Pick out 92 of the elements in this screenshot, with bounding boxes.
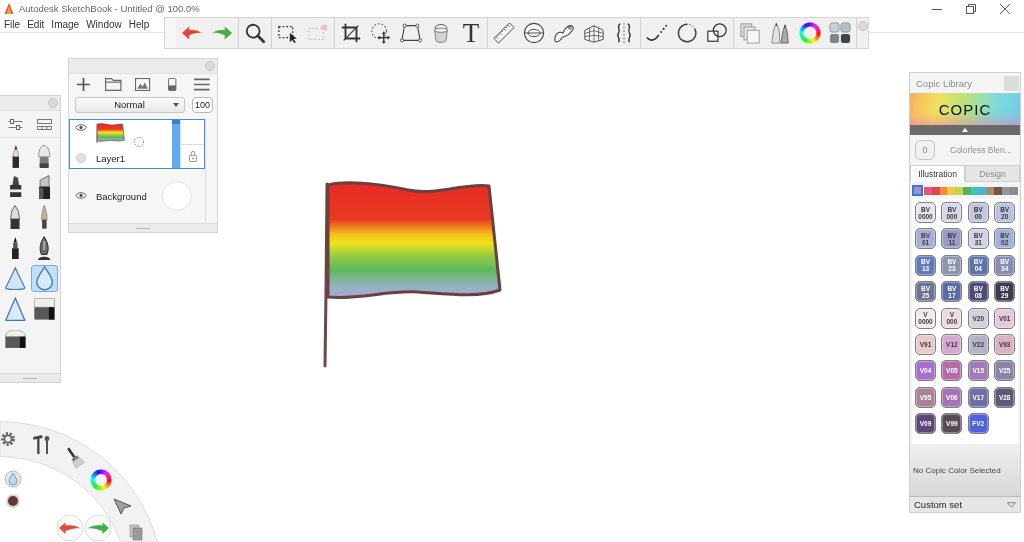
flag-thumbnail [96, 123, 125, 143]
app-icon [4, 2, 14, 15]
text-tool-button[interactable]: T [456, 18, 486, 48]
family-swatch-icon[interactable] [994, 186, 1003, 195]
arrow-cursor-icon[interactable] [113, 498, 132, 515]
panel-title: Copic Library [915, 77, 972, 89]
family-swatch-icon[interactable] [924, 186, 932, 195]
layer-handle[interactable] [172, 120, 180, 168]
layer-name: Layer1 [96, 153, 127, 164]
paintbrush-tip-icon [41, 205, 48, 230]
family-swatch-icon[interactable] [955, 186, 964, 195]
marker-icon [8, 176, 23, 198]
brush-button[interactable] [31, 295, 58, 323]
toolbar-grip[interactable] [165, 18, 176, 48]
opacity-field[interactable]: 100 [192, 96, 213, 113]
circle-icon [676, 22, 698, 44]
grid-icon[interactable] [37, 118, 52, 130]
gear-icon[interactable] [1, 432, 15, 446]
menu-item[interactable]: Window [85, 18, 123, 31]
menu-item[interactable]: File [3, 18, 22, 31]
family-swatch-icon[interactable] [947, 186, 956, 195]
panel-toggle-button[interactable] [1004, 75, 1019, 91]
dotted-circle-icon[interactable] [134, 137, 144, 147]
pencil-tips-icon [769, 22, 791, 44]
crop-icon [340, 22, 362, 44]
pencil-icon [11, 144, 20, 168]
swatch-grid-icon [829, 22, 851, 44]
family-swatch-icon[interactable] [986, 186, 995, 195]
image-icon[interactable] [135, 78, 151, 92]
color-wheel-icon[interactable] [90, 469, 112, 491]
curve-template-icon [553, 22, 575, 44]
eraser-icon [34, 297, 55, 320]
triangle-icon [5, 296, 26, 321]
eye-icon[interactable] [75, 123, 87, 132]
chisel-marker-icon [38, 174, 51, 199]
layer-name: Background [96, 190, 148, 202]
caret-icon [173, 102, 179, 107]
drop-icon [35, 265, 54, 291]
family-swatch-icon[interactable] [963, 186, 971, 195]
airbrush-icon [38, 144, 51, 168]
caret-icon [962, 128, 968, 132]
family-swatch-icon[interactable] [931, 186, 940, 195]
logo-text: COPIC [938, 100, 992, 118]
stacked-pages-icon[interactable] [129, 524, 143, 541]
rounded-eraser-icon [5, 330, 26, 349]
set-dropdown[interactable]: Custom set [910, 496, 1020, 512]
color-swatch-icon[interactable] [6, 494, 20, 508]
eye-icon[interactable] [75, 190, 87, 200]
folder-icon[interactable] [105, 78, 122, 92]
sliders-icon[interactable] [8, 118, 23, 130]
family-swatch-icon[interactable] [978, 186, 987, 195]
pen-icon [10, 205, 21, 230]
caret-icon [1007, 501, 1016, 508]
perspective-grid-icon [583, 22, 605, 44]
dotted-circle-move-icon [370, 22, 392, 44]
paintbrush-icon[interactable] [67, 447, 85, 469]
family-swatch-icon[interactable] [1002, 186, 1011, 195]
resize-grip[interactable] [69, 223, 217, 232]
felt-pen-icon [12, 236, 19, 259]
stacked-pages-icon [739, 22, 761, 44]
round-toggle-icon[interactable] [76, 153, 86, 163]
lock-icon[interactable] [188, 151, 197, 162]
blend-mode-dropdown[interactable]: Normal [75, 96, 185, 113]
ink-nib-icon [38, 235, 51, 260]
magnifier-icon [244, 22, 266, 44]
menu-item[interactable]: Help [127, 18, 151, 31]
resize-grip[interactable] [0, 373, 60, 382]
plus-icon[interactable] [77, 78, 91, 92]
tab[interactable]: Illustration [910, 165, 965, 182]
blender-label: Colorless Blen... [950, 145, 1012, 155]
family-swatch-icon[interactable] [912, 185, 923, 196]
layer-row[interactable]: Background [69, 171, 205, 221]
curve-dots-icon [646, 22, 668, 44]
ellipse-guide-icon [523, 22, 545, 44]
restore-icon [966, 3, 976, 14]
color-wheel-icon [799, 22, 821, 44]
cone-icon [5, 266, 26, 290]
family-swatch-icon[interactable] [1010, 186, 1018, 195]
background-thumbnail [162, 181, 192, 211]
close-icon [1000, 3, 1010, 14]
square-circle-icon [706, 22, 728, 44]
eraser-icon[interactable] [168, 78, 177, 92]
quadrilateral-icon [400, 22, 422, 44]
layer-row[interactable]: Layer1 [69, 119, 205, 169]
status-text: No Copic Color Selected [913, 465, 1001, 475]
tools-icon[interactable] [33, 435, 50, 454]
window-title: Autodesk SketchBook - Untitled @ 100.0% [19, 3, 200, 14]
menu-icon[interactable] [194, 78, 210, 92]
menu-item[interactable]: Edit [26, 18, 46, 31]
family-swatch-icon[interactable] [939, 186, 948, 195]
menu-item[interactable]: Image [50, 18, 81, 31]
family-swatch-icon[interactable] [970, 186, 979, 195]
